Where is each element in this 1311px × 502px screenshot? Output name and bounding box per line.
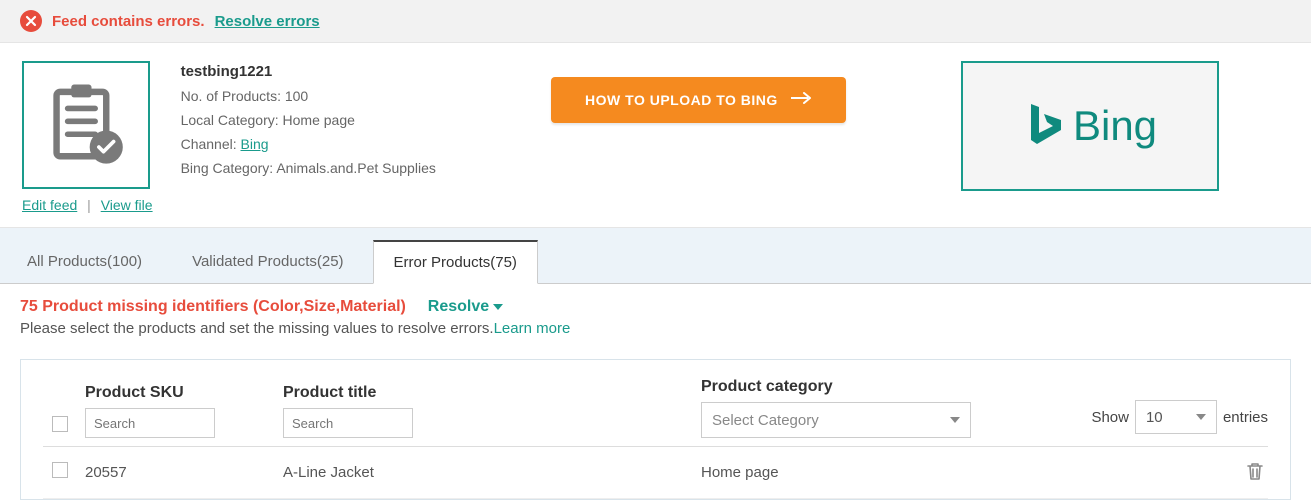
error-title: 75 Product missing identifiers (Color,Si… [20,298,406,315]
error-subtext: Please select the products and set the m… [20,320,1291,337]
error-section-header: 75 Product missing identifiers (Color,Si… [0,284,1311,345]
tab-all-products[interactable]: All Products(100) [6,240,163,283]
tab-validated-products[interactable]: Validated Products(25) [171,240,364,283]
feed-icon-column: Edit feed | View file [22,61,153,213]
how-to-upload-button[interactable]: HOW TO UPLOAD TO BING [551,77,846,123]
table-header-row: Product SKU Product title Product catego… [43,378,1268,447]
tab-error-products[interactable]: Error Products(75) [373,240,538,284]
feed-summary-panel: Edit feed | View file testbing1221 No. o… [0,43,1311,227]
alert-message: Feed contains errors. [52,13,205,30]
caret-down-icon [493,304,503,310]
delete-row-button[interactable] [1246,461,1268,484]
tabs-bar: All Products(100) Validated Products(25)… [0,227,1311,284]
feed-details: testbing1221 No. of Products: 100 Local … [181,61,436,184]
cell-sku: 20557 [85,464,275,481]
products-table: Product SKU Product title Product catego… [20,359,1291,500]
category-select[interactable]: Select Category [701,402,971,438]
chevron-down-icon [950,417,960,423]
page-size-select[interactable]: 10 [1135,400,1217,434]
feed-local-category: Local Category: Home page [181,112,436,128]
upload-button-wrap: HOW TO UPLOAD TO BING [464,61,933,123]
error-icon [20,10,42,32]
chevron-down-icon [1196,414,1206,420]
learn-more-link[interactable]: Learn more [494,320,571,337]
arrow-right-icon [790,91,812,109]
cell-category: Home page [701,464,1238,481]
bing-logo-icon [1023,100,1063,153]
column-header-category: Product category [701,378,1083,396]
page-size-control: Show 10 entries [1091,400,1268,438]
title-search-input[interactable] [283,408,413,438]
feed-action-links: Edit feed | View file [22,197,153,213]
feed-channel-category: Bing Category: Animals.and.Pet Supplies [181,160,436,176]
channel-link[interactable]: Bing [241,136,269,152]
brand-name: Bing [1073,102,1157,150]
resolve-errors-link[interactable]: Resolve errors [215,13,320,30]
feed-icon [22,61,150,189]
channel-brand-box: Bing [961,61,1219,191]
link-separator: | [87,197,91,213]
upload-button-label: HOW TO UPLOAD TO BING [585,92,778,108]
feed-title: testbing1221 [181,63,436,80]
select-all-checkbox[interactable] [52,416,68,432]
edit-feed-link[interactable]: Edit feed [22,197,77,213]
table-row: 20557 A-Line Jacket Home page [43,447,1268,499]
feed-product-count: No. of Products: 100 [181,88,436,104]
view-file-link[interactable]: View file [101,197,153,213]
feed-channel: Channel: Bing [181,136,436,152]
column-header-title: Product title [283,384,693,402]
cell-title: A-Line Jacket [283,464,693,481]
row-checkbox[interactable] [52,462,68,478]
sku-search-input[interactable] [85,408,215,438]
resolve-dropdown[interactable]: Resolve [428,298,503,316]
error-alert-bar: Feed contains errors. Resolve errors [0,0,1311,43]
column-header-sku: Product SKU [85,384,275,402]
